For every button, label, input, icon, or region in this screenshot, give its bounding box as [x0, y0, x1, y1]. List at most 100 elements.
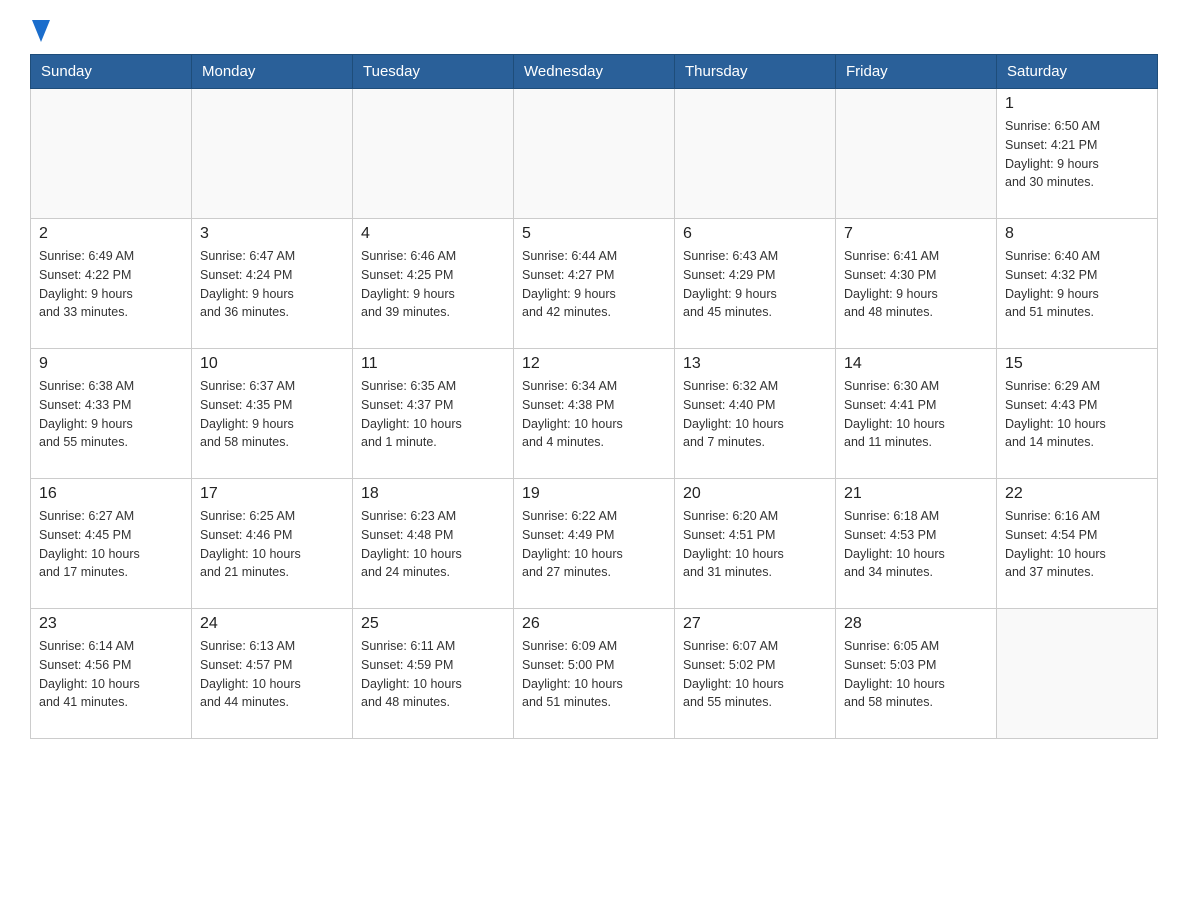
day-info: Sunrise: 6:16 AM Sunset: 4:54 PM Dayligh…: [1005, 507, 1149, 582]
table-row: 24 Sunrise: 6:13 AM Sunset: 4:57 PM Dayli…: [192, 609, 353, 739]
day-info: Sunrise: 6:50 AM Sunset: 4:21 PM Dayligh…: [1005, 117, 1149, 192]
calendar-table: Sunday Monday Tuesday Wednesday Thursday…: [30, 54, 1158, 739]
day-number: 26: [522, 615, 666, 633]
table-row: 15 Sunrise: 6:29 AM Sunset: 4:43 PM Dayli…: [997, 349, 1158, 479]
day-info: Sunrise: 6:30 AM Sunset: 4:41 PM Dayligh…: [844, 377, 988, 452]
table-row: 16 Sunrise: 6:27 AM Sunset: 4:45 PM Dayli…: [31, 479, 192, 609]
day-number: 23: [39, 615, 183, 633]
day-info: Sunrise: 6:37 AM Sunset: 4:35 PM Dayligh…: [200, 377, 344, 452]
day-number: 27: [683, 615, 827, 633]
table-row: 20Sunrise: 6:20 AM Sunset: 4:51 PM Dayli…: [675, 479, 836, 609]
day-info: Sunrise: 6:32 AM Sunset: 4:40 PM Dayligh…: [683, 377, 827, 452]
table-row: 1 Sunrise: 6:50 AM Sunset: 4:21 PM Daylig…: [997, 89, 1158, 219]
day-number: 10: [200, 355, 344, 373]
table-row: [997, 609, 1158, 739]
table-row: 12 Sunrise: 6:34 AM Sunset: 4:38 PM Dayli…: [514, 349, 675, 479]
day-info: Sunrise: 6:29 AM Sunset: 4:43 PM Dayligh…: [1005, 377, 1149, 452]
table-row: 25Sunrise: 6:11 AM Sunset: 4:59 PM Dayli…: [353, 609, 514, 739]
col-thursday: Thursday: [675, 55, 836, 89]
page-header: [30, 20, 1158, 38]
day-info: Sunrise: 6:13 AM Sunset: 4:57 PM Dayligh…: [200, 637, 344, 712]
col-tuesday: Tuesday: [353, 55, 514, 89]
day-info: Sunrise: 6:43 AM Sunset: 4:29 PM Dayligh…: [683, 247, 827, 322]
day-number: 12: [522, 355, 666, 373]
day-number: 11: [361, 355, 505, 373]
col-wednesday: Wednesday: [514, 55, 675, 89]
day-number: 4: [361, 225, 505, 243]
col-friday: Friday: [836, 55, 997, 89]
day-info: Sunrise: 6:11 AM Sunset: 4:59 PM Dayligh…: [361, 637, 505, 712]
day-number: 16: [39, 485, 183, 503]
day-info: Sunrise: 6:34 AM Sunset: 4:38 PM Dayligh…: [522, 377, 666, 452]
table-row: [353, 89, 514, 219]
table-row: 4 Sunrise: 6:46 AM Sunset: 4:25 PM Daylig…: [353, 219, 514, 349]
table-row: 11 Sunrise: 6:35 AM Sunset: 4:37 PM Dayli…: [353, 349, 514, 479]
table-row: 7 Sunrise: 6:41 AM Sunset: 4:30 PM Daylig…: [836, 219, 997, 349]
col-monday: Monday: [192, 55, 353, 89]
day-number: 21: [844, 485, 988, 503]
day-info: Sunrise: 6:38 AM Sunset: 4:33 PM Dayligh…: [39, 377, 183, 452]
table-row: [31, 89, 192, 219]
table-row: 14Sunrise: 6:30 AM Sunset: 4:41 PM Dayli…: [836, 349, 997, 479]
table-row: 5Sunrise: 6:44 AM Sunset: 4:27 PM Daylig…: [514, 219, 675, 349]
day-number: 15: [1005, 355, 1149, 373]
day-info: Sunrise: 6:23 AM Sunset: 4:48 PM Dayligh…: [361, 507, 505, 582]
day-number: 8: [1005, 225, 1149, 243]
day-info: Sunrise: 6:22 AM Sunset: 4:49 PM Dayligh…: [522, 507, 666, 582]
day-number: 5: [522, 225, 666, 243]
table-row: 6 Sunrise: 6:43 AM Sunset: 4:29 PM Daylig…: [675, 219, 836, 349]
day-number: 1: [1005, 95, 1149, 113]
day-info: Sunrise: 6:35 AM Sunset: 4:37 PM Dayligh…: [361, 377, 505, 452]
day-info: Sunrise: 6:18 AM Sunset: 4:53 PM Dayligh…: [844, 507, 988, 582]
table-row: [514, 89, 675, 219]
calendar-week-row: 1 Sunrise: 6:50 AM Sunset: 4:21 PM Daylig…: [31, 89, 1158, 219]
col-saturday: Saturday: [997, 55, 1158, 89]
table-row: 26 Sunrise: 6:09 AM Sunset: 5:00 PM Dayli…: [514, 609, 675, 739]
calendar-week-row: 16 Sunrise: 6:27 AM Sunset: 4:45 PM Dayli…: [31, 479, 1158, 609]
day-info: Sunrise: 6:09 AM Sunset: 5:00 PM Dayligh…: [522, 637, 666, 712]
table-row: 23 Sunrise: 6:14 AM Sunset: 4:56 PM Dayli…: [31, 609, 192, 739]
day-number: 2: [39, 225, 183, 243]
table-row: 28 Sunrise: 6:05 AM Sunset: 5:03 PM Dayli…: [836, 609, 997, 739]
day-info: Sunrise: 6:14 AM Sunset: 4:56 PM Dayligh…: [39, 637, 183, 712]
table-row: [192, 89, 353, 219]
day-info: Sunrise: 6:27 AM Sunset: 4:45 PM Dayligh…: [39, 507, 183, 582]
table-row: 19 Sunrise: 6:22 AM Sunset: 4:49 PM Dayli…: [514, 479, 675, 609]
day-number: 17: [200, 485, 344, 503]
calendar-week-row: 2 Sunrise: 6:49 AM Sunset: 4:22 PM Daylig…: [31, 219, 1158, 349]
day-info: Sunrise: 6:40 AM Sunset: 4:32 PM Dayligh…: [1005, 247, 1149, 322]
logo: [30, 20, 50, 38]
day-number: 7: [844, 225, 988, 243]
day-info: Sunrise: 6:41 AM Sunset: 4:30 PM Dayligh…: [844, 247, 988, 322]
calendar-week-row: 9Sunrise: 6:38 AM Sunset: 4:33 PM Daylig…: [31, 349, 1158, 479]
table-row: 21 Sunrise: 6:18 AM Sunset: 4:53 PM Dayli…: [836, 479, 997, 609]
calendar-week-row: 23 Sunrise: 6:14 AM Sunset: 4:56 PM Dayli…: [31, 609, 1158, 739]
table-row: 8 Sunrise: 6:40 AM Sunset: 4:32 PM Daylig…: [997, 219, 1158, 349]
calendar-header-row: Sunday Monday Tuesday Wednesday Thursday…: [31, 55, 1158, 89]
day-number: 19: [522, 485, 666, 503]
logo-triangle-icon: [32, 20, 50, 42]
day-info: Sunrise: 6:05 AM Sunset: 5:03 PM Dayligh…: [844, 637, 988, 712]
table-row: 3 Sunrise: 6:47 AM Sunset: 4:24 PM Daylig…: [192, 219, 353, 349]
day-number: 13: [683, 355, 827, 373]
table-row: 10 Sunrise: 6:37 AM Sunset: 4:35 PM Dayli…: [192, 349, 353, 479]
table-row: 17 Sunrise: 6:25 AM Sunset: 4:46 PM Dayli…: [192, 479, 353, 609]
table-row: 27 Sunrise: 6:07 AM Sunset: 5:02 PM Dayli…: [675, 609, 836, 739]
table-row: 13 Sunrise: 6:32 AM Sunset: 4:40 PM Dayli…: [675, 349, 836, 479]
day-info: Sunrise: 6:46 AM Sunset: 4:25 PM Dayligh…: [361, 247, 505, 322]
table-row: [675, 89, 836, 219]
table-row: 22 Sunrise: 6:16 AM Sunset: 4:54 PM Dayli…: [997, 479, 1158, 609]
day-info: Sunrise: 6:25 AM Sunset: 4:46 PM Dayligh…: [200, 507, 344, 582]
day-info: Sunrise: 6:49 AM Sunset: 4:22 PM Dayligh…: [39, 247, 183, 322]
table-row: [836, 89, 997, 219]
col-sunday: Sunday: [31, 55, 192, 89]
day-number: 6: [683, 225, 827, 243]
day-number: 28: [844, 615, 988, 633]
day-number: 20: [683, 485, 827, 503]
table-row: 18Sunrise: 6:23 AM Sunset: 4:48 PM Dayli…: [353, 479, 514, 609]
day-number: 22: [1005, 485, 1149, 503]
day-info: Sunrise: 6:07 AM Sunset: 5:02 PM Dayligh…: [683, 637, 827, 712]
day-info: Sunrise: 6:47 AM Sunset: 4:24 PM Dayligh…: [200, 247, 344, 322]
day-number: 24: [200, 615, 344, 633]
day-number: 3: [200, 225, 344, 243]
